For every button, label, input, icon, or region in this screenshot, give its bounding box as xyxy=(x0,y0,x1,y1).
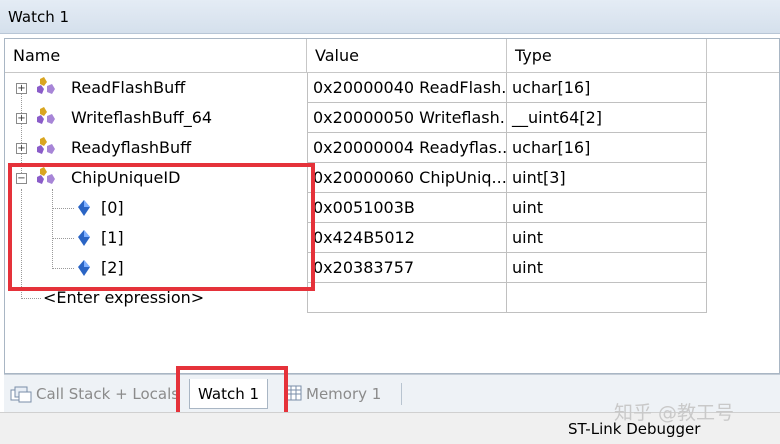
expand-icon[interactable]: + xyxy=(16,143,27,154)
watch-row[interactable]: + WriteflashBuff_64 0x20000050 Writeflas… xyxy=(5,103,707,133)
tab-call-stack-locals[interactable]: Call Stack + Locals xyxy=(36,379,179,409)
watch-panel: Name Value Type + ReadFlashBuff 0x200000… xyxy=(4,38,780,374)
variable-type: __uint64[2] xyxy=(507,103,707,133)
variable-name: ReadFlashBuff xyxy=(71,78,186,97)
variable-type: uint xyxy=(507,253,707,283)
column-header-name[interactable]: Name xyxy=(5,39,307,73)
variable-type: uint[3] xyxy=(507,163,707,193)
variable-type: uint xyxy=(507,193,707,223)
column-header-filler xyxy=(707,39,779,73)
variable-value[interactable]: 0x20000004 Readyflas... xyxy=(307,133,507,163)
variable-type: uchar[16] xyxy=(507,73,707,103)
struct-variable-icon xyxy=(37,137,55,154)
empty-value-cell xyxy=(307,283,507,313)
variable-name: ReadyflashBuff xyxy=(71,138,192,157)
watch-window-title: Watch 1 xyxy=(0,0,780,34)
watch-row[interactable]: + ReadyflashBuff 0x20000004 Readyflas...… xyxy=(5,133,707,163)
tab-separator xyxy=(401,383,402,405)
variable-value[interactable]: 0x20000050 Writeflash... xyxy=(307,103,507,133)
column-header-value[interactable]: Value xyxy=(307,39,507,73)
expand-icon[interactable]: + xyxy=(16,83,27,94)
watermark-text: 知乎 @教工号 xyxy=(614,402,735,424)
highlight-box xyxy=(8,163,315,291)
variable-value[interactable]: 0x0051003B xyxy=(307,193,507,223)
watch-row[interactable]: + ReadFlashBuff 0x20000040 ReadFlash... … xyxy=(5,73,707,103)
empty-type-cell xyxy=(507,283,707,313)
memory-grid-icon xyxy=(286,385,302,401)
tab-memory-1[interactable]: Memory 1 xyxy=(306,379,381,409)
variable-value[interactable]: 0x20000060 ChipUniq... xyxy=(307,163,507,193)
variable-name: WriteflashBuff_64 xyxy=(71,108,213,127)
expand-icon[interactable]: + xyxy=(16,113,27,124)
variable-value[interactable]: 0x424B5012 xyxy=(307,223,507,253)
column-header-type[interactable]: Type xyxy=(507,39,707,73)
variable-value[interactable]: 0x20383757 xyxy=(307,253,507,283)
struct-variable-icon xyxy=(37,77,55,94)
variable-value[interactable]: 0x20000040 ReadFlash... xyxy=(307,73,507,103)
call-stack-icon xyxy=(10,386,32,403)
struct-variable-icon xyxy=(37,107,55,124)
variable-type: uint xyxy=(507,223,707,253)
variable-type: uchar[16] xyxy=(507,133,707,163)
